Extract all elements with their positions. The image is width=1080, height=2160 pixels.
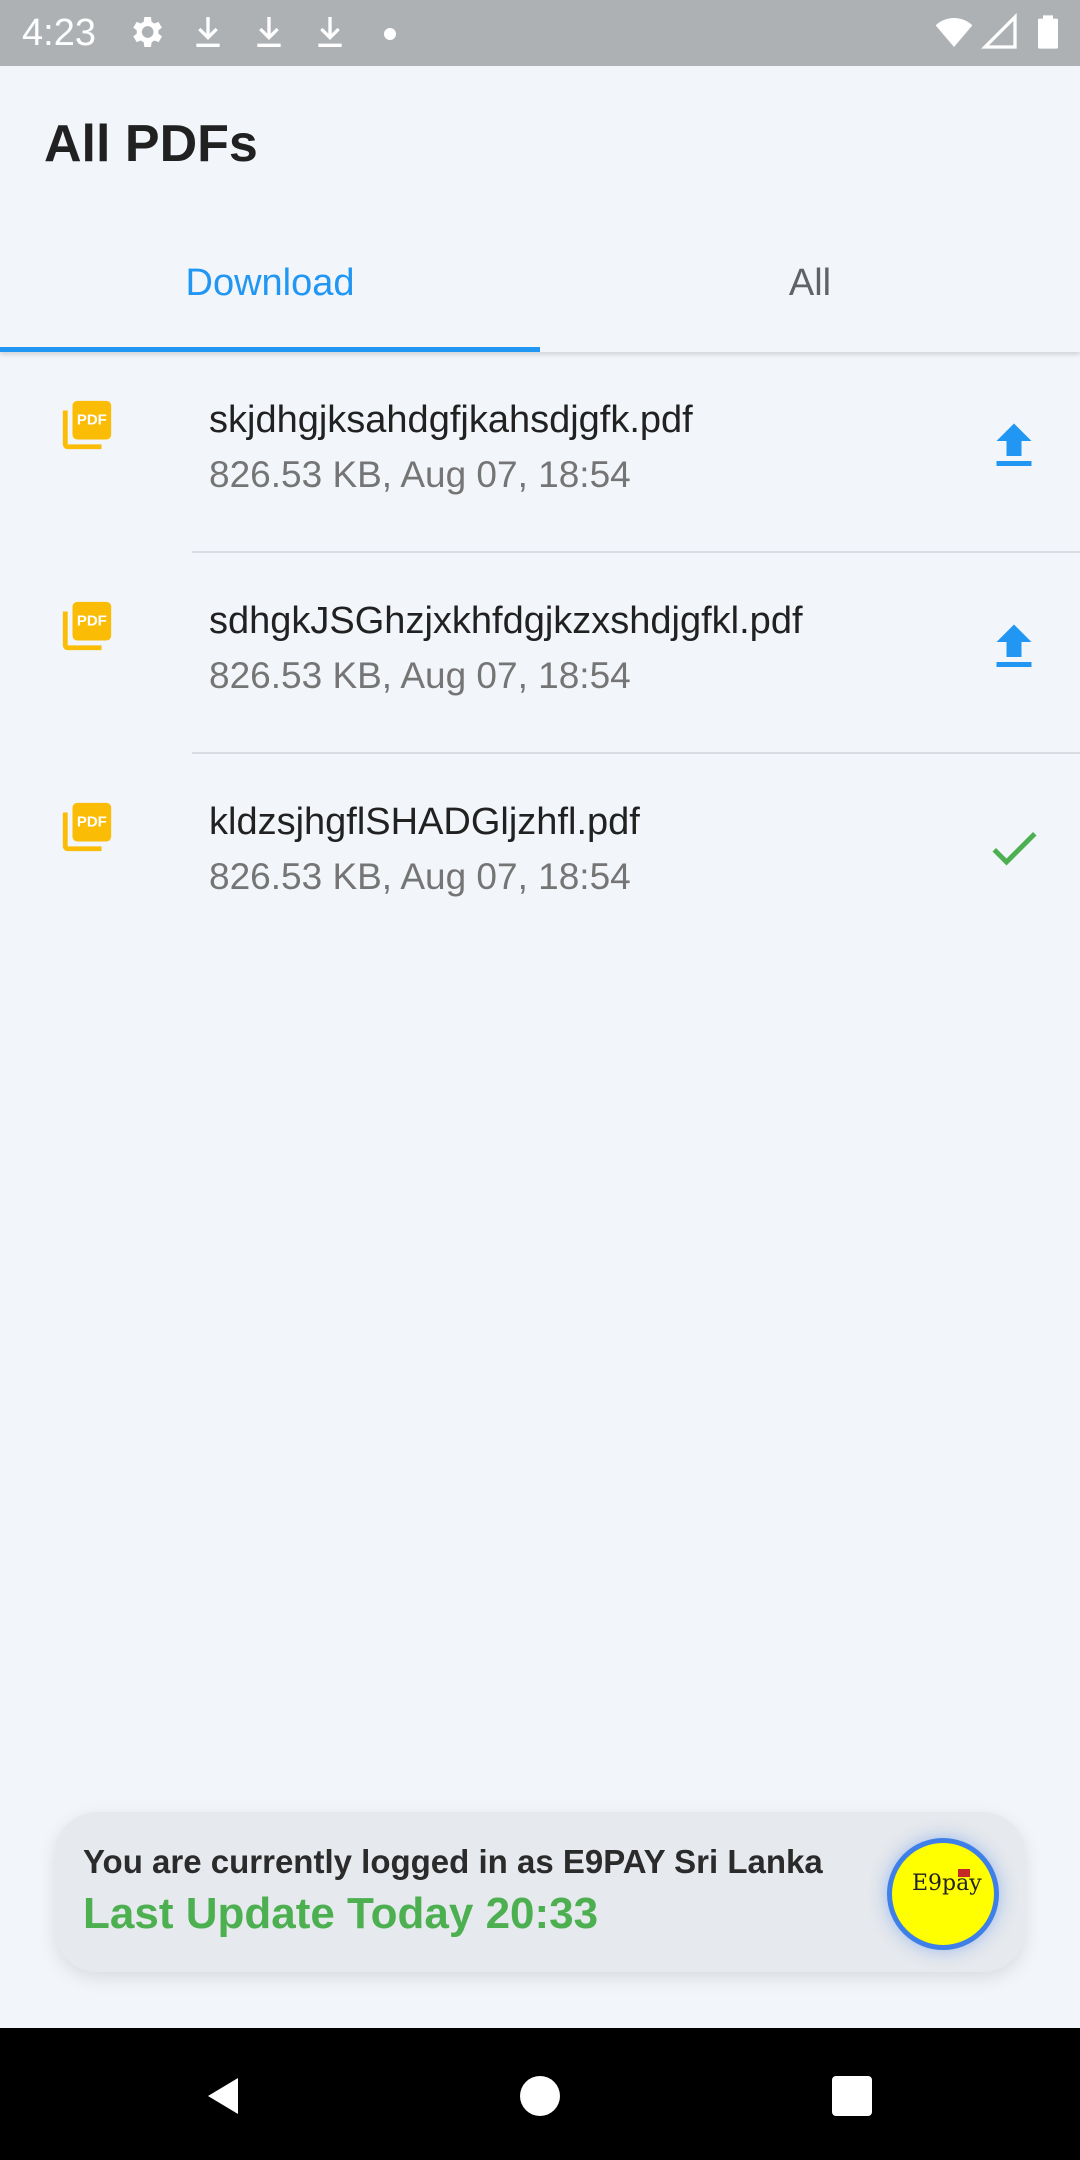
logo-text: E9pay <box>912 1871 982 1896</box>
file-meta: 826.53 KB, Aug 07, 18:54 <box>209 856 631 897</box>
back-icon[interactable] <box>200 2072 248 2120</box>
tab-download[interactable]: Download <box>0 238 540 352</box>
check-icon <box>992 832 1037 866</box>
login-status-text: You are currently logged in as E9PAY Sri… <box>83 1843 823 1880</box>
tab-bar: Download All <box>0 238 1080 352</box>
svg-text:PDF: PDF <box>77 613 107 630</box>
upload-icon[interactable] <box>984 617 1044 677</box>
pdf-icon: PDF <box>62 802 112 852</box>
last-update-text: Last Update Today 20:33 <box>83 1889 599 1938</box>
status-bar: 4:23 <box>0 0 1080 66</box>
file-list: PDF skjdhgjksahdgfjkahsdjgfk.pdf 826.53 … <box>0 352 1080 955</box>
svg-text:PDF: PDF <box>77 814 107 831</box>
tab-all[interactable]: All <box>540 238 1080 352</box>
settings-icon <box>133 17 162 47</box>
upload-icon[interactable] <box>984 416 1044 476</box>
svg-text:PDF: PDF <box>77 412 107 429</box>
signal-icon <box>980 12 1017 49</box>
list-item[interactable]: PDF skjdhgjksahdgfjkahsdjgfk.pdf 826.53 … <box>0 352 1080 553</box>
file-meta: 826.53 KB, Aug 07, 18:54 <box>209 655 631 696</box>
download-icon <box>196 17 220 47</box>
download-icon <box>318 17 342 47</box>
login-status-card: You are currently logged in as E9PAY Sri… <box>55 1812 1025 1972</box>
status-time: 4:23 <box>22 12 96 54</box>
navigation-bar <box>0 2028 1080 2160</box>
e9pay-logo[interactable]: E9pay <box>887 1838 999 1950</box>
list-item[interactable]: PDF kldzsjhgflSHADGljzhfl.pdf 826.53 KB,… <box>0 754 1080 955</box>
recents-icon[interactable] <box>828 2072 876 2120</box>
pdf-icon: PDF <box>62 601 112 651</box>
dot-icon <box>384 28 396 40</box>
battery-icon <box>1038 15 1058 49</box>
file-name: skjdhgjksahdgfjkahsdjgfk.pdf <box>209 399 693 441</box>
pdf-icon: PDF <box>62 400 112 450</box>
file-meta: 826.53 KB, Aug 07, 18:54 <box>209 454 631 495</box>
home-icon[interactable] <box>516 2072 564 2120</box>
file-name: kldzsjhgflSHADGljzhfl.pdf <box>209 801 640 843</box>
page-title: All PDFs <box>44 115 258 173</box>
flag-icon <box>958 1869 970 1877</box>
file-name: sdhgkJSGhzjxkhfdgjkzxshdjgfkl.pdf <box>209 600 803 642</box>
wifi-icon <box>935 18 973 47</box>
download-icon <box>257 17 281 47</box>
list-item[interactable]: PDF sdhgkJSGhzjxkhfdgjkzxshdjgfkl.pdf 82… <box>0 553 1080 754</box>
